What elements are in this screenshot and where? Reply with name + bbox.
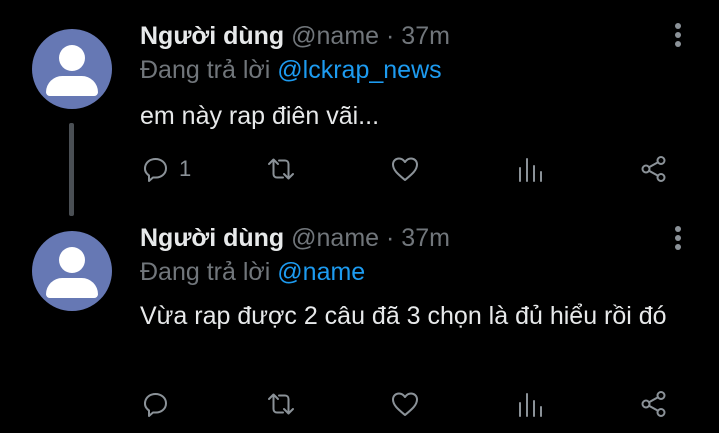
user-handle[interactable]: @name	[291, 22, 379, 50]
reply-count: 1	[179, 156, 192, 181]
avatar[interactable]	[32, 231, 112, 311]
display-name[interactable]: Người dùng	[140, 22, 284, 50]
tweet-time[interactable]: 37m	[401, 224, 450, 252]
retweet-icon	[268, 393, 294, 415]
tweet-actions: 1	[0, 151, 719, 187]
tweet-2[interactable]: Người dùng @name · 37m Đang trả lời @nam…	[0, 216, 719, 433]
share-icon	[641, 391, 666, 417]
stats-icon	[519, 393, 542, 417]
replying-to-line: Đang trả lời @lckrap_news	[140, 54, 442, 86]
tweet-1[interactable]: Người dùng @name · 37m Đang trả lời @lck…	[0, 0, 719, 216]
reply-icon	[144, 158, 167, 182]
heart-icon	[392, 157, 418, 181]
meta-separator: ·	[386, 224, 395, 252]
tweet-header: Người dùng @name · 37m	[140, 20, 450, 52]
reply-icon	[144, 393, 167, 417]
avatar[interactable]	[32, 29, 112, 109]
tweet-header: Người dùng @name · 37m	[140, 222, 450, 254]
reply-button[interactable]: 1	[141, 151, 191, 187]
replying-to-mention[interactable]: @lckrap_news	[277, 56, 441, 84]
thread-connector	[69, 123, 74, 216]
stats-icon	[519, 158, 542, 182]
avatar-body	[46, 278, 98, 298]
more-button[interactable]	[670, 226, 686, 256]
meta-separator: ·	[386, 22, 395, 50]
tweet-text: em này rap điên vãi...	[140, 102, 380, 130]
stats-button[interactable]	[516, 151, 546, 187]
share-button[interactable]	[639, 386, 669, 422]
avatar-head	[59, 45, 85, 71]
retweet-button[interactable]	[266, 386, 296, 422]
heart-icon	[392, 392, 418, 416]
share-icon	[641, 156, 666, 182]
tweet-time[interactable]: 37m	[401, 22, 450, 50]
replying-to-line: Đang trả lời @name	[140, 256, 365, 288]
share-button[interactable]	[639, 151, 669, 187]
retweet-button[interactable]	[266, 151, 296, 187]
stats-button[interactable]	[516, 386, 546, 422]
more-vertical-icon	[670, 226, 686, 250]
reply-button[interactable]	[141, 386, 171, 422]
tweet-text: Vừa rap được 2 câu đã 3 chọn là đủ hiểu …	[140, 302, 667, 330]
avatar-head	[59, 247, 85, 273]
avatar-body	[46, 76, 98, 96]
like-button[interactable]	[390, 151, 420, 187]
user-handle[interactable]: @name	[291, 224, 379, 252]
more-vertical-icon	[670, 23, 686, 47]
replying-to-mention[interactable]: @name	[277, 258, 365, 286]
retweet-icon	[268, 158, 294, 180]
like-button[interactable]	[390, 386, 420, 422]
more-button[interactable]	[670, 23, 686, 53]
display-name[interactable]: Người dùng	[140, 224, 284, 252]
replying-to-prefix: Đang trả lời	[140, 56, 271, 84]
replying-to-prefix: Đang trả lời	[140, 258, 271, 286]
tweet-actions	[0, 386, 719, 422]
